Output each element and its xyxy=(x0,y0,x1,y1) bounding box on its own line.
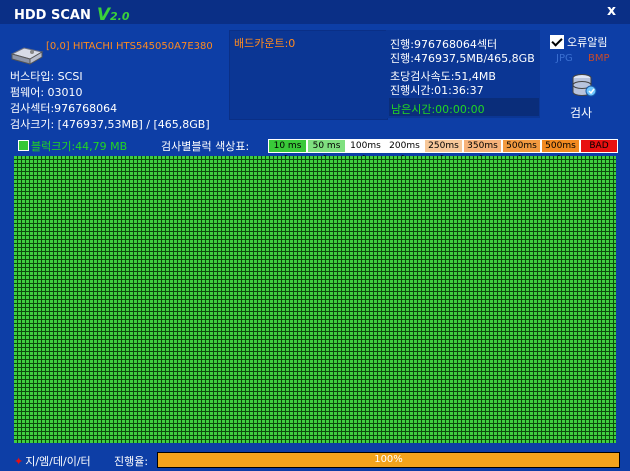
bad-count-panel: 배드카운트:0 xyxy=(229,30,388,120)
bus-type: 버스타입: SCSI xyxy=(10,70,83,83)
title-bar: HDD SCAN V2.0 x xyxy=(0,0,630,25)
legend-10ms: 10 ms > xyxy=(268,139,307,163)
block-size: 블럭크기:44,79 MB xyxy=(31,140,128,153)
firmware: 펌웨어: 03010 xyxy=(10,86,83,99)
app-title: HDD SCAN V2.0 xyxy=(14,4,130,25)
scan-button-label: 검사 xyxy=(570,106,593,120)
brand-mark-icon: ✦ xyxy=(14,455,24,468)
scan-size: 검사크기: [476937,53MB] / [465,8GB] xyxy=(10,118,210,131)
hard-drive-icon xyxy=(10,47,44,65)
scan-sectors: 검사섹터:976768064 xyxy=(10,102,118,115)
legend-50ms: 50 ms > xyxy=(307,139,346,163)
legend-over-500ms: 500ms > xyxy=(541,139,580,163)
progress-size: 진행:476937,5MB/465,8GB xyxy=(390,52,535,65)
block-size-swatch xyxy=(18,140,29,151)
progress-bar: 100% xyxy=(157,452,620,468)
legend-350ms: 350ms > xyxy=(463,139,502,163)
block-map-cells xyxy=(14,156,616,443)
progress-label: 진행율: xyxy=(114,455,149,468)
bad-count: 배드카운트:0 xyxy=(234,37,296,50)
legend-200ms: 200ms > xyxy=(385,139,424,163)
app-version: V2.0 xyxy=(96,5,130,25)
brand-label: ✦ 지/엠/데/이/터 xyxy=(14,455,91,468)
app-name: HDD SCAN xyxy=(14,8,91,23)
legend-500ms: 500ms > xyxy=(502,139,541,163)
legend-250ms: 250ms > xyxy=(424,139,463,163)
jpg-option[interactable]: JPG xyxy=(556,53,573,64)
disk-name: [0,0] HITACHI HTS545050A7E380 xyxy=(46,41,213,52)
block-map xyxy=(14,156,616,443)
remaining-time: 남은시간:00:00:00 xyxy=(391,103,485,116)
remaining-time-box: 남은시간:00:00:00 xyxy=(389,98,539,116)
close-button[interactable]: x xyxy=(607,3,616,19)
legend-title: 검사별블럭 색상표: xyxy=(161,140,250,153)
legend-bad: BAD xyxy=(580,139,618,153)
database-scan-icon xyxy=(572,74,597,97)
bmp-option[interactable]: BMP xyxy=(588,53,610,64)
error-alarm-checkbox[interactable] xyxy=(550,35,564,49)
legend-100ms: 100ms > xyxy=(346,139,385,163)
scan-button[interactable]: 검사 xyxy=(558,70,610,120)
elapsed-time: 진행시간:01:36:37 xyxy=(390,84,484,97)
error-alarm-label[interactable]: 오류알림 xyxy=(567,34,607,50)
progress-text: 100% xyxy=(374,454,403,465)
